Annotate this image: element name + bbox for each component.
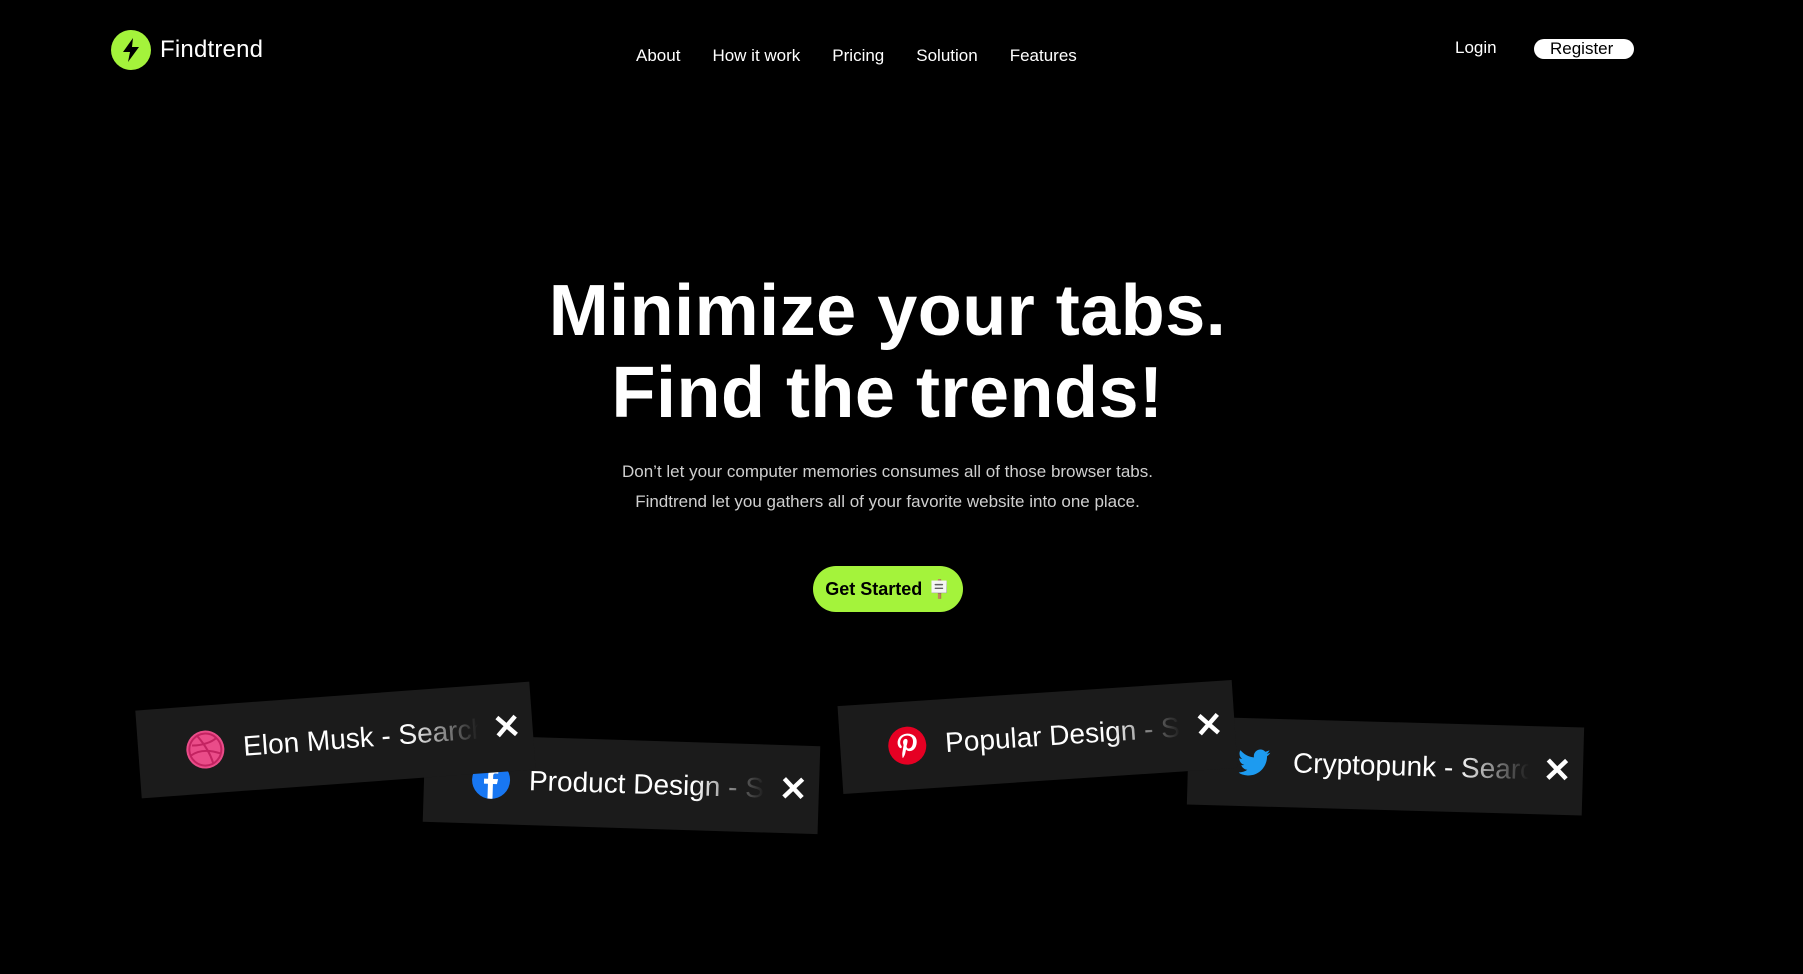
close-icon[interactable]: ✕: [491, 707, 522, 747]
browser-tab-popular-design[interactable]: Popular Design - Search ✕: [837, 680, 1238, 794]
get-started-button[interactable]: Get Started 🪧: [813, 566, 963, 612]
hero-title-line-1: Minimize your tabs.: [548, 271, 1227, 351]
close-icon[interactable]: ✕: [778, 770, 808, 809]
lightning-bolt-icon: [111, 30, 151, 70]
landing-page: Findtrend About How it work Pricing Solu…: [0, 0, 1803, 974]
hero-subtitle-line-2: Findtrend let you gathers all of your fa…: [635, 492, 1140, 511]
nav-features[interactable]: Features: [1010, 46, 1077, 66]
nav-about[interactable]: About: [636, 46, 680, 66]
close-icon[interactable]: ✕: [1193, 706, 1224, 746]
brand-name: Findtrend: [160, 36, 264, 63]
login-link[interactable]: Login: [1455, 38, 1497, 58]
dribbble-icon: [185, 729, 226, 770]
nav-pricing[interactable]: Pricing: [832, 46, 884, 66]
register-button[interactable]: Register: [1534, 39, 1634, 59]
nav-how-it-work[interactable]: How it work: [712, 46, 800, 66]
tab-label: Popular Design - Search: [944, 711, 1182, 759]
tab-label: Cryptopunk - Search: [1292, 747, 1530, 786]
get-started-label: Get Started: [825, 578, 923, 599]
tab-label: Product Design - Search: [528, 765, 766, 805]
hero-title-line-2: Find the trends!: [611, 353, 1164, 433]
close-icon[interactable]: ✕: [1542, 751, 1572, 790]
sign-emoji-icon: 🪧: [928, 578, 951, 599]
main-nav: About How it work Pricing Solution Featu…: [636, 46, 1077, 66]
twitter-icon: [1236, 743, 1275, 782]
nav-solution[interactable]: Solution: [916, 46, 977, 66]
brand-logo[interactable]: Findtrend: [111, 30, 263, 70]
hero-title: Minimize your tabs. Find the trends!: [0, 270, 1775, 434]
hero-subtitle-line-1: Don’t let your computer memories consume…: [621, 462, 1153, 481]
pinterest-icon: [887, 725, 928, 766]
browser-tab-cryptopunk[interactable]: Cryptopunk - Search ✕: [1186, 716, 1585, 816]
tab-label: Elon Musk - Search: [242, 713, 480, 762]
hero-subtitle: Don’t let your computer memories consume…: [0, 457, 1775, 517]
